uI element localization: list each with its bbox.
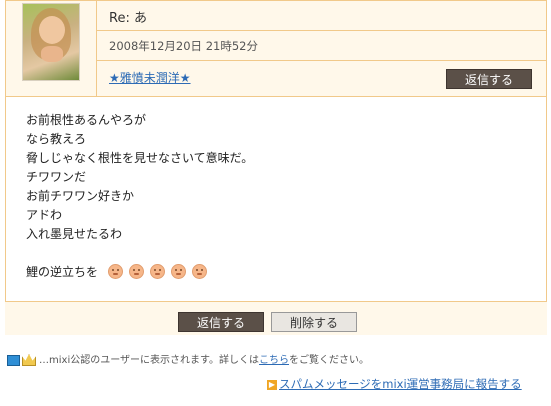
message-header: Re: あ 2008年12月20日 21時52分 ★雅憤未潤洋★ 返信する <box>6 1 546 97</box>
header-divider <box>96 1 97 96</box>
crown-icon <box>22 354 36 366</box>
reply-button[interactable]: 返信する <box>178 312 264 332</box>
face-emoji-icon <box>192 264 207 279</box>
report-spam: ▶ スパムメッセージをmixi運営事務局に報告する <box>267 376 522 392</box>
body-line: お前チワワン好きか <box>26 189 135 203</box>
header-divider <box>97 60 546 61</box>
face-emoji-icon <box>171 264 186 279</box>
note-prefix: …mixi公認のユーザーに表示されます。詳しくは <box>39 355 260 366</box>
message-actions: 返信する 削除する <box>5 301 547 335</box>
body-line: 脅しじゃなく根性を見せなさいて意味だ。 <box>26 151 254 165</box>
arrow-icon: ▶ <box>267 379 277 390</box>
header-divider <box>97 30 546 31</box>
message-subject: Re: あ <box>109 11 147 26</box>
note-suffix: をご覧ください。 <box>289 355 370 366</box>
emoji-row <box>108 264 213 280</box>
report-spam-link[interactable]: スパムメッセージをmixi運営事務局に報告する <box>279 377 522 391</box>
message-date: 2008年12月20日 21時52分 <box>109 39 258 53</box>
body-line: 入れ墨見せたるわ <box>26 227 123 241</box>
delete-button[interactable]: 削除する <box>271 312 357 332</box>
body-line: なら教えろ <box>26 132 87 146</box>
details-link[interactable]: こちら <box>259 355 289 366</box>
mixi-badge-icon <box>7 354 20 366</box>
reply-button-top[interactable]: 返信する <box>446 69 532 89</box>
official-user-note: …mixi公認のユーザーに表示されます。詳しくはこちらをご覧ください。 <box>7 351 369 366</box>
body-line: お前根性あるんやろが <box>26 113 147 127</box>
body-line <box>26 244 253 263</box>
sender-avatar[interactable] <box>22 3 80 81</box>
message-body: お前根性あるんやろが なら教えろ 脅しじゃなく根性を見せなさいて意味だ。 チワワ… <box>26 111 253 282</box>
body-line: アドわ <box>26 208 63 222</box>
face-emoji-icon <box>108 264 123 279</box>
sender-link[interactable]: ★雅憤未潤洋★ <box>109 69 191 86</box>
body-line: チワワンだ <box>26 170 87 184</box>
face-emoji-icon <box>150 264 165 279</box>
message-panel: Re: あ 2008年12月20日 21時52分 ★雅憤未潤洋★ 返信する お前… <box>5 0 547 335</box>
face-emoji-icon <box>129 264 144 279</box>
